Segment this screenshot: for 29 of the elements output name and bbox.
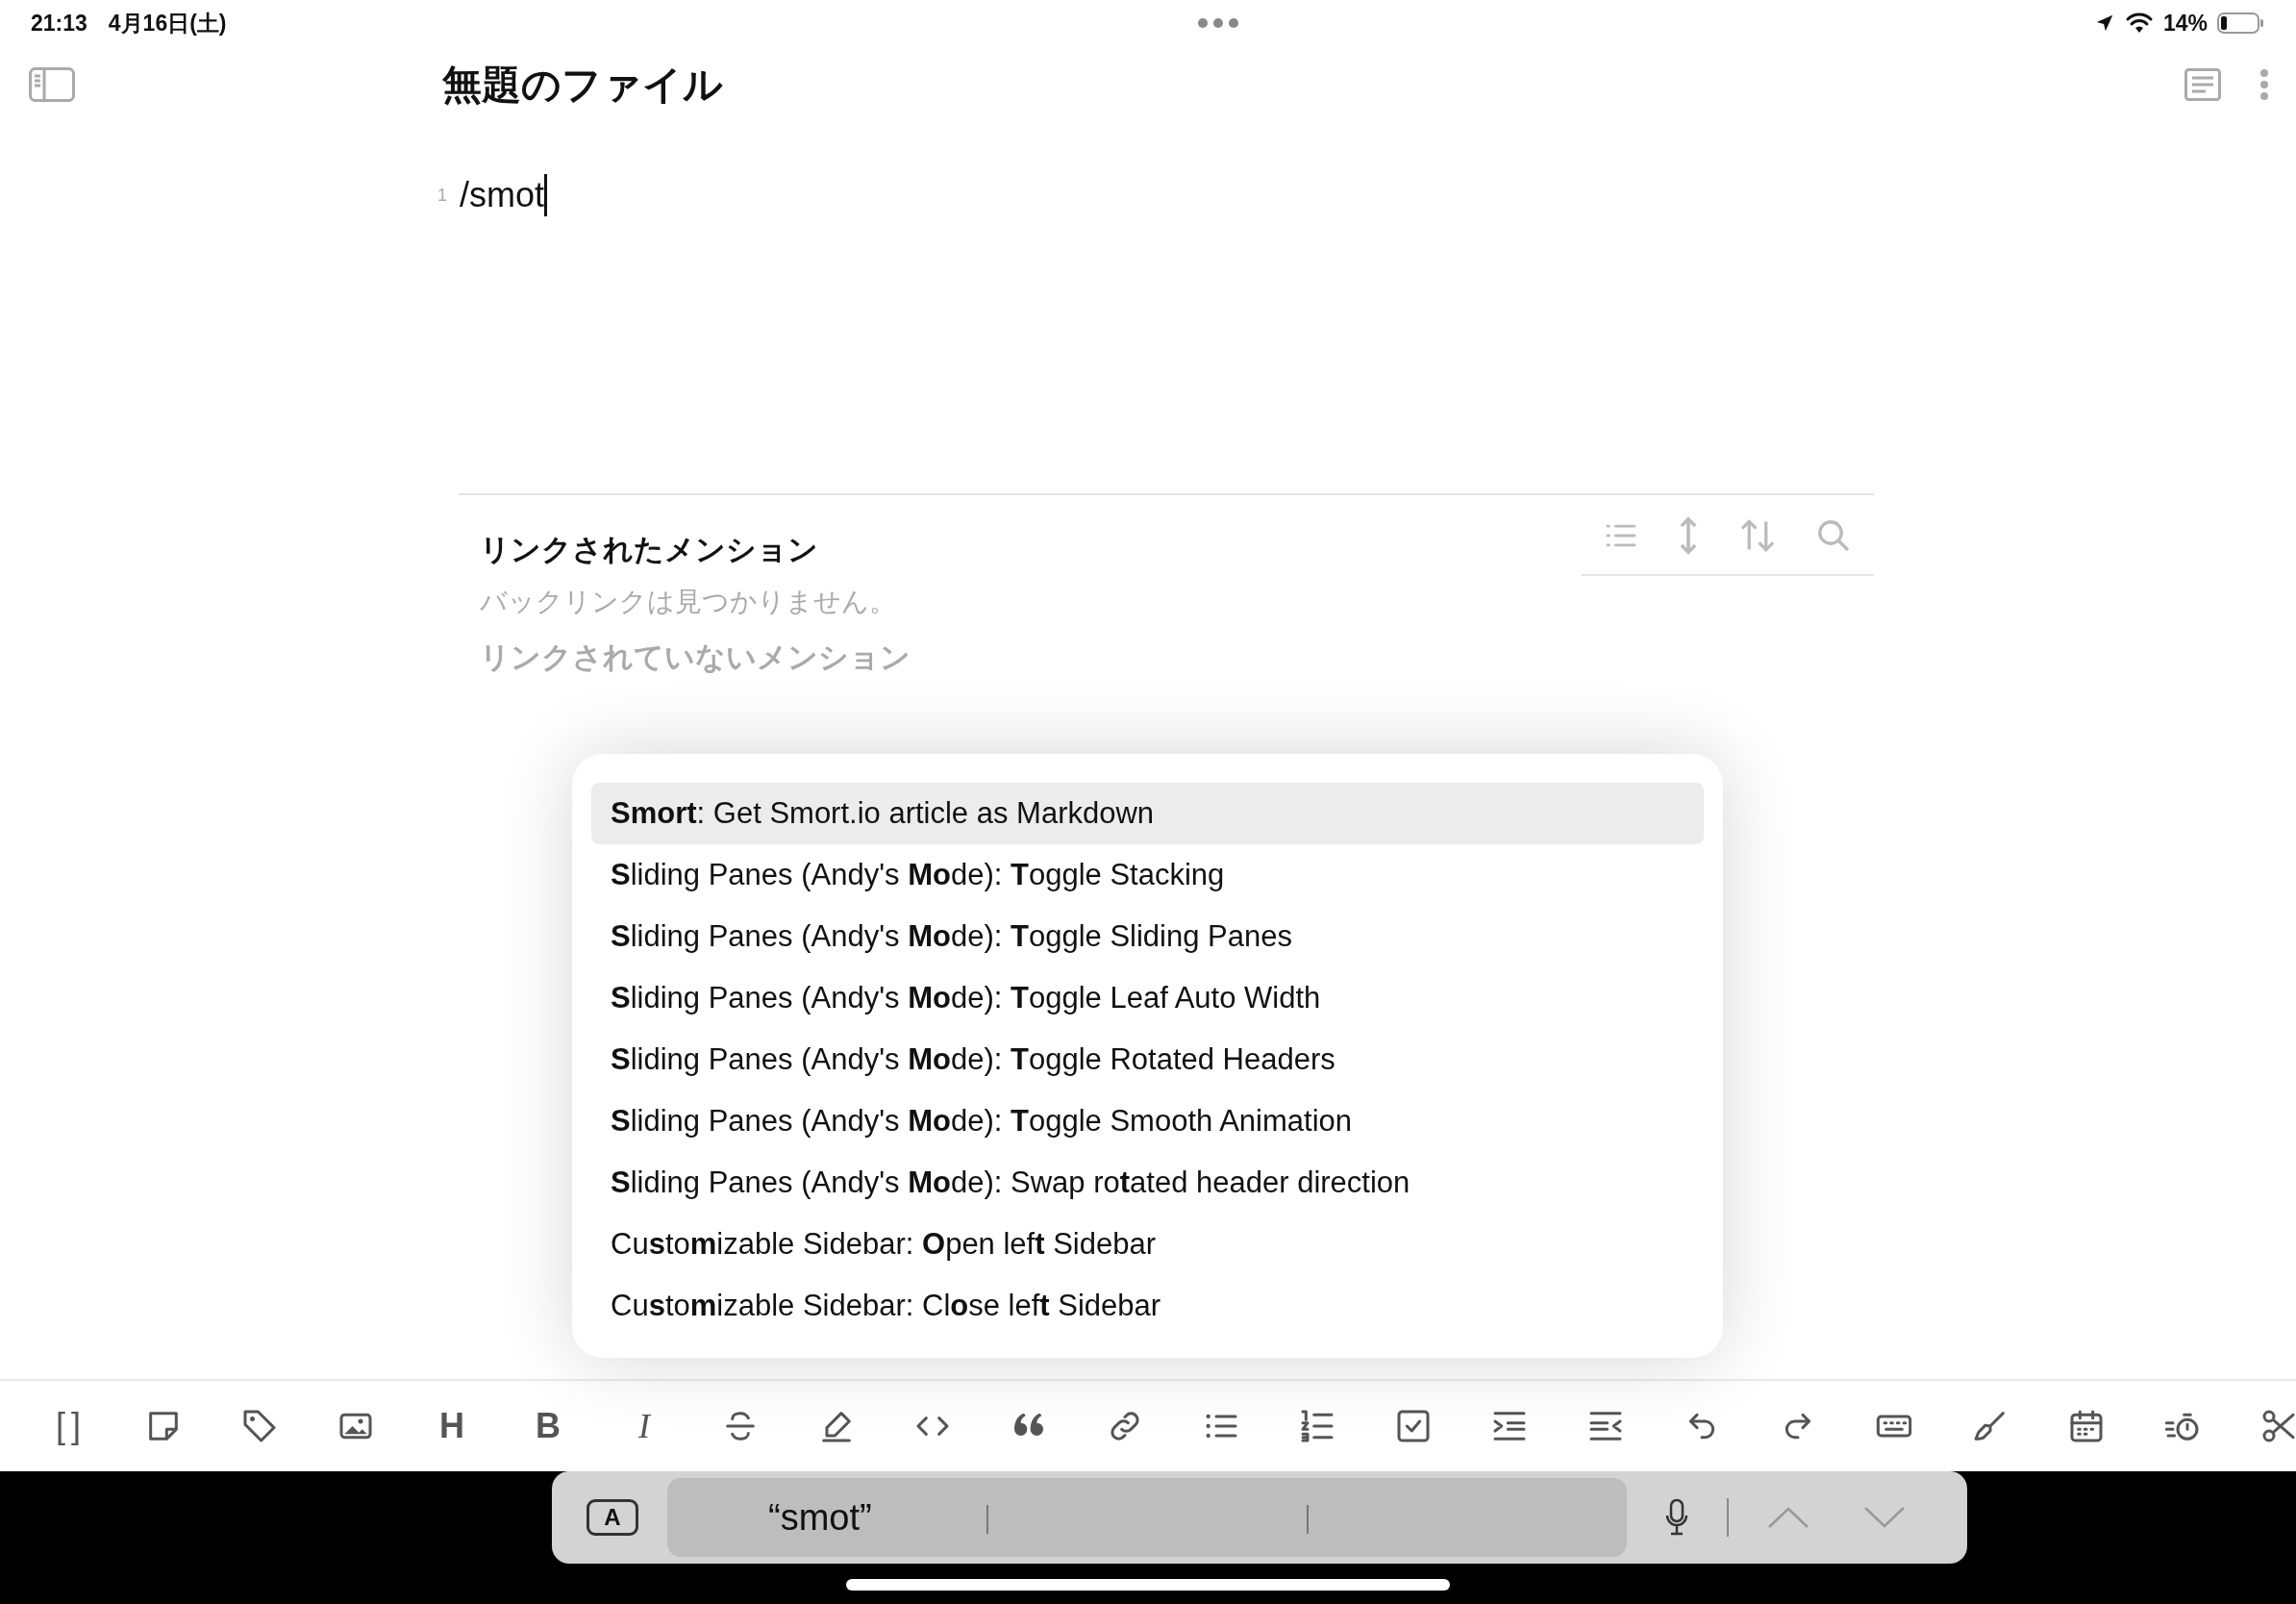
editor-text[interactable]: /smot	[460, 175, 544, 215]
suggestion-item[interactable]: Customizable Sidebar: Open left Sidebar	[591, 1214, 1704, 1275]
suggestion-item[interactable]: Smort: Get Smort.io article as Markdown	[591, 783, 1704, 844]
section-heading: リンクされていないメンション	[480, 639, 911, 676]
bold-button[interactable]: B	[519, 1403, 577, 1449]
sidebar-toggle-icon[interactable]	[29, 67, 75, 102]
format-key[interactable]: A	[586, 1499, 638, 1536]
multitasking-dots-icon[interactable]	[1196, 17, 1239, 29]
suggestion-item[interactable]: Sliding Panes (Andy's Mode): Toggle Smooth Animation	[591, 1090, 1704, 1152]
heading-button[interactable]: H	[423, 1403, 481, 1449]
suggestion-item[interactable]: Sliding Panes (Andy's Mode): Toggle Leaf Auto Width	[591, 967, 1704, 1029]
status-time: 21:13	[31, 10, 87, 37]
line-number: 1	[437, 185, 448, 206]
italic-button[interactable]: I	[615, 1403, 673, 1449]
suggestion-word[interactable]: “smot”	[768, 1496, 872, 1539]
microphone-icon[interactable]	[1665, 1498, 1688, 1537]
suggestion-item[interactable]: Sliding Panes (Andy's Mode): Swap rotated header direction	[591, 1152, 1704, 1214]
wikilink-button[interactable]: [ ]	[38, 1403, 96, 1449]
suggestion-item[interactable]: Customizable Sidebar: Close left Sidebar	[591, 1275, 1704, 1337]
empty-message: バックリンクは見つかりません。	[480, 586, 897, 618]
suggestion-item[interactable]: Sliding Panes (Andy's Mode): Toggle Sliding Panes	[591, 906, 1704, 967]
section-heading: リンクされたメンション	[480, 532, 818, 568]
battery-icon	[2217, 12, 2265, 35]
status-date: 4月16日(土)	[108, 9, 227, 38]
battery-percentage: 14%	[2162, 10, 2208, 37]
suggestion-item[interactable]: Sliding Panes (Andy's Mode): Toggle Rotated Headers	[591, 1029, 1704, 1090]
suggestion-item[interactable]: Sliding Panes (Andy's Mode): Toggle Stacking	[591, 844, 1704, 906]
wifi-icon	[2124, 13, 2154, 34]
document-title: 無題のファイル	[442, 61, 724, 109]
